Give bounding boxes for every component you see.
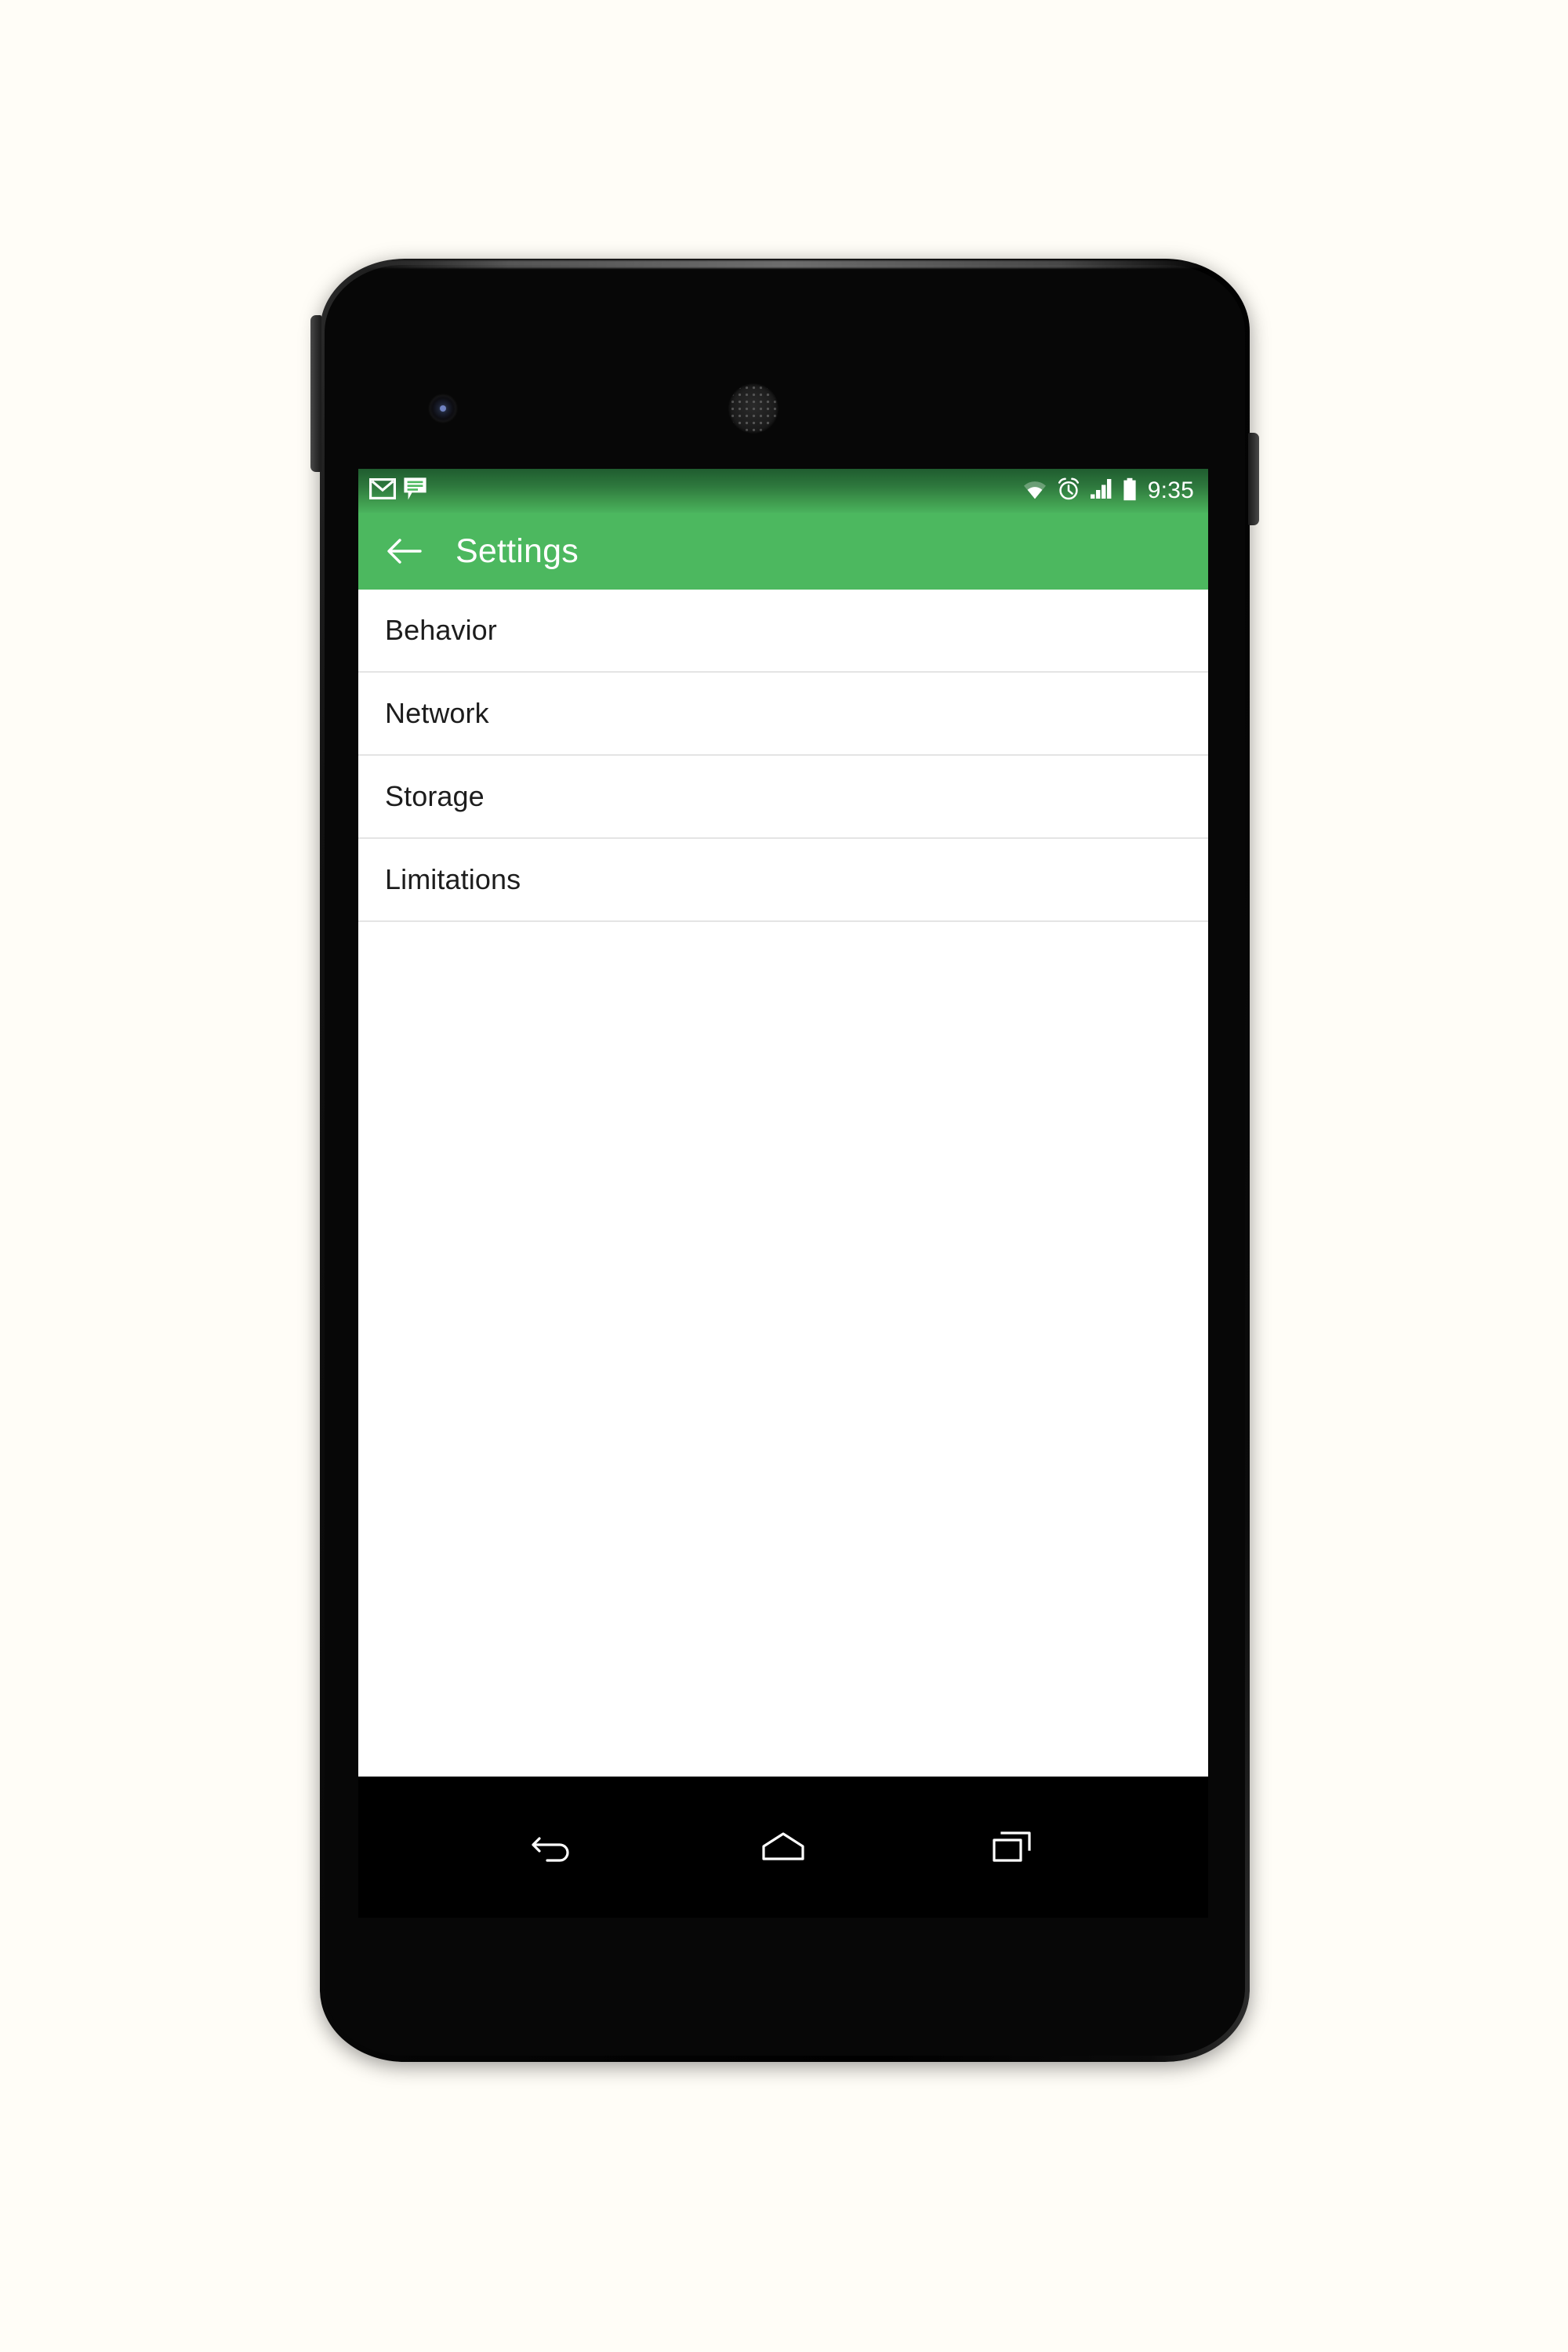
list-item-label: Network	[385, 697, 489, 729]
battery-icon	[1123, 477, 1137, 505]
list-item-behavior[interactable]: Behavior	[358, 590, 1208, 673]
nav-back-button[interactable]	[511, 1804, 597, 1890]
status-bar-clock: 9:35	[1147, 477, 1194, 503]
list-item-label: Behavior	[385, 614, 497, 646]
earpiece-speaker	[729, 384, 778, 433]
device-frame: 9:35 Settings Behavior Network Storage L…	[310, 259, 1259, 2062]
list-item-label: Limitations	[385, 863, 521, 895]
list-item-limitations[interactable]: Limitations	[358, 839, 1208, 922]
nav-recents-button[interactable]	[969, 1804, 1055, 1890]
status-bar-notification-icons	[369, 477, 427, 505]
wifi-icon	[1022, 479, 1047, 503]
alarm-icon	[1057, 477, 1080, 505]
app-toolbar: Settings	[358, 513, 1208, 590]
status-bar-system-icons: 9:35	[1022, 477, 1194, 505]
power-button[interactable]	[1248, 433, 1259, 525]
nav-home-button[interactable]	[740, 1804, 826, 1890]
list-item-network[interactable]: Network	[358, 673, 1208, 756]
list-empty-area	[358, 922, 1208, 1777]
signal-icon	[1090, 478, 1113, 503]
gmail-icon	[369, 478, 396, 503]
page-title: Settings	[456, 532, 579, 570]
status-bar[interactable]: 9:35	[358, 469, 1208, 513]
message-icon	[403, 477, 427, 505]
back-arrow-icon[interactable]	[382, 529, 426, 573]
list-item-storage[interactable]: Storage	[358, 756, 1208, 839]
settings-list: Behavior Network Storage Limitations	[358, 590, 1208, 1777]
phone-screen: 9:35 Settings Behavior Network Storage L…	[358, 469, 1208, 1777]
volume-rocker-button[interactable]	[310, 315, 321, 472]
system-navigation-bar	[358, 1777, 1208, 1918]
front-camera-lens	[430, 395, 456, 422]
phone-body: 9:35 Settings Behavior Network Storage L…	[310, 259, 1259, 2062]
list-item-label: Storage	[385, 780, 485, 812]
